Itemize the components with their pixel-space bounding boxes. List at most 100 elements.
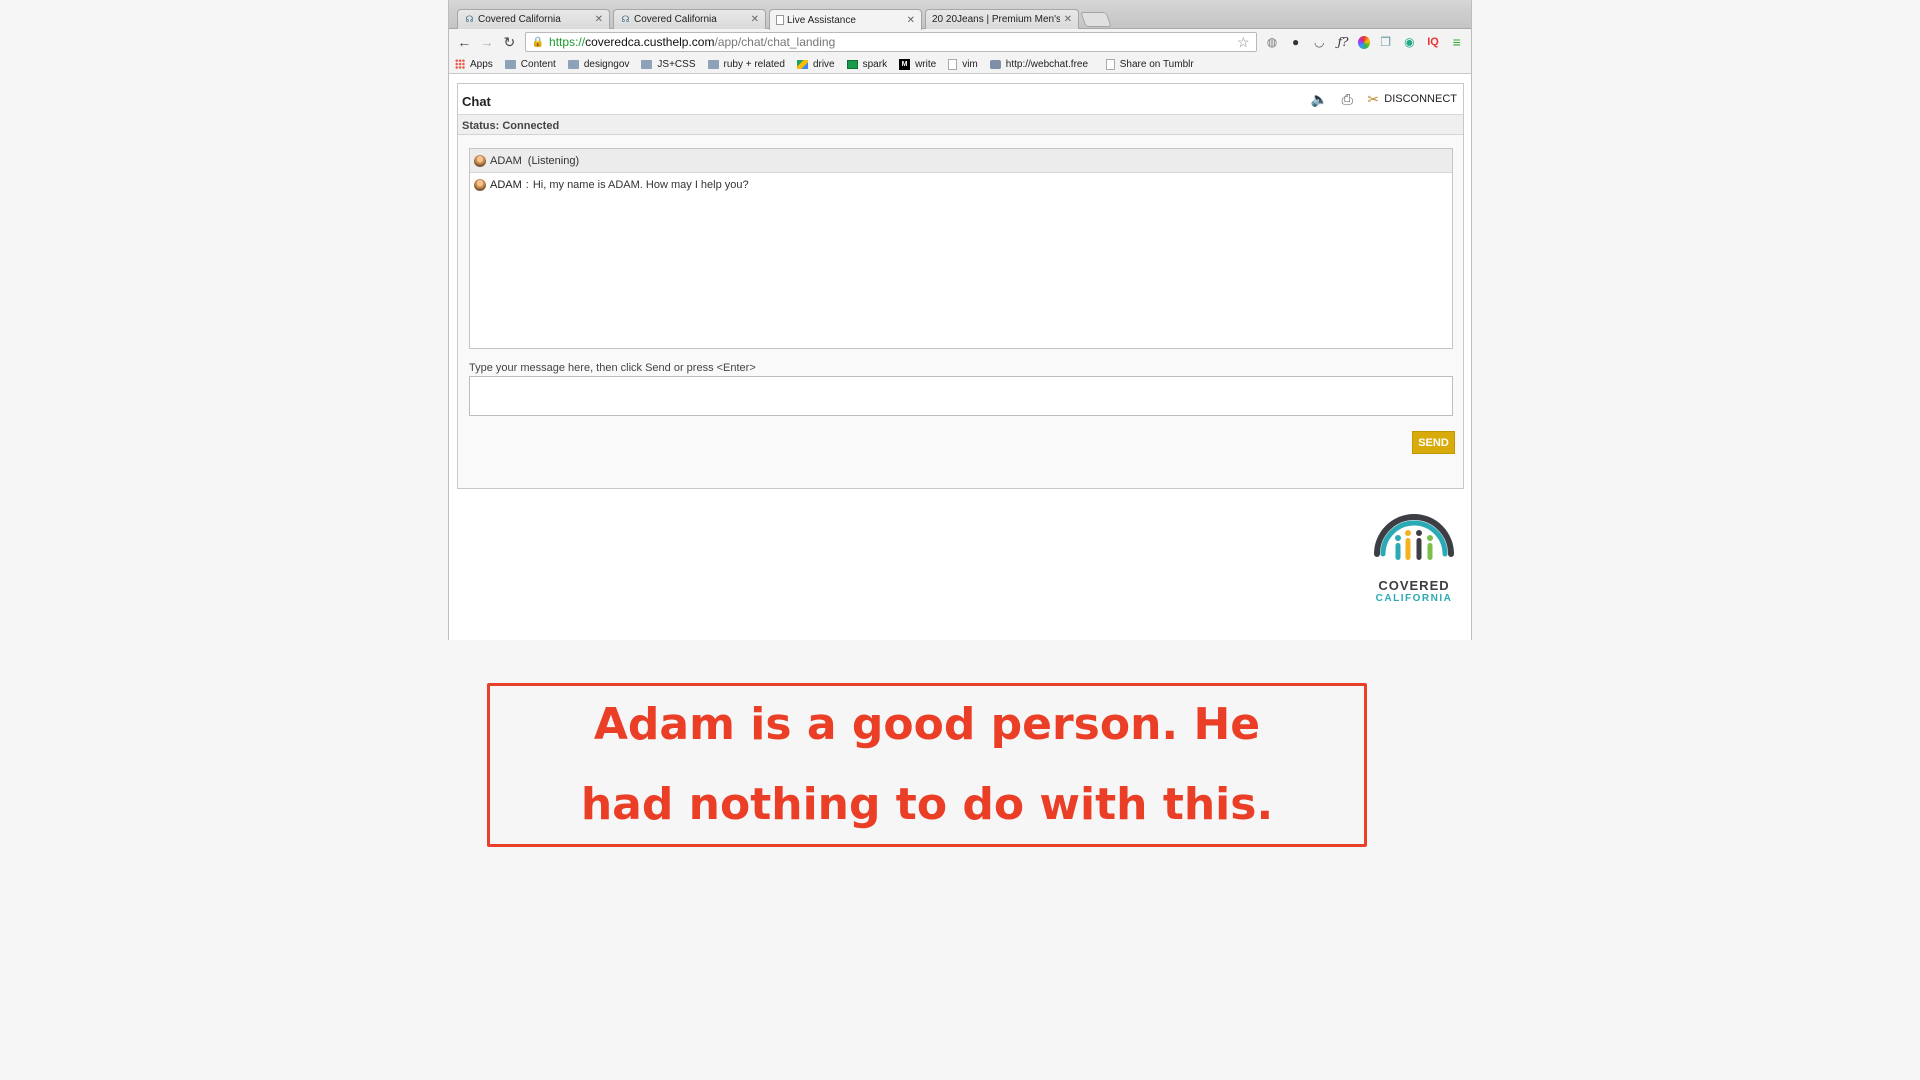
reload-icon[interactable]: ↻ — [500, 32, 519, 52]
close-icon[interactable]: ✕ — [1064, 14, 1072, 25]
address-bar[interactable]: 🔒 https:// coveredca.custhelp.com /app/c… — [524, 32, 1257, 52]
browser-toolbar: ← → ↻ 🔒 https:// coveredca.custhelp.com … — [449, 29, 1471, 55]
folder-icon — [504, 59, 516, 69]
folder-icon — [707, 59, 719, 69]
tab-2020jeans[interactable]: 20 20Jeans | Premium Men's J ✕ — [925, 9, 1079, 29]
menu-icon[interactable]: ≡ — [1448, 33, 1465, 51]
chat-panel: Chat 🔈 ⎙ ✂ DISCONNECT Status: Connected … — [457, 83, 1464, 489]
bookmark-designgov[interactable]: designgov — [567, 58, 630, 70]
browser-window: ☊ Covered California ✕ ☊ Covered Califor… — [448, 0, 1472, 640]
covered-california-logo: COVERED CALIFORNIA — [1369, 500, 1459, 610]
bookmark-label: designgov — [583, 58, 630, 70]
sound-icon[interactable]: 🔈 — [1310, 90, 1328, 108]
agent-header-state: (Listening) — [527, 154, 580, 167]
print-icon[interactable]: ⎙ — [1338, 90, 1356, 108]
bookmark-label: http://webchat.free — [1005, 58, 1089, 70]
medium-icon: M — [899, 58, 911, 70]
chat-message: ADAM : Hi, my name is ADAM. How may I he… — [470, 173, 1452, 197]
bookmark-label: Content — [520, 58, 556, 70]
message-sender: ADAM — [490, 179, 522, 191]
bookmark-vim[interactable]: vim — [948, 58, 978, 70]
bookmark-label: Apps — [470, 58, 493, 70]
back-icon[interactable]: ← — [455, 32, 474, 52]
tab-label: 20 20Jeans | Premium Men's J — [932, 14, 1060, 25]
bookmark-write[interactable]: Mwrite — [899, 58, 937, 70]
bookmark-label: JS+CSS — [657, 58, 696, 70]
input-instructions: Type your message here, then click Send … — [469, 362, 756, 374]
folder-icon — [641, 59, 653, 69]
bookmark-js-css[interactable]: JS+CSS — [641, 58, 696, 70]
bookmark-apps[interactable]: Apps — [455, 59, 493, 70]
bookmark-label: Share on Tumblr — [1119, 58, 1194, 70]
url-path: /app/chat/chat_landing — [714, 35, 836, 49]
page-icon — [948, 58, 958, 70]
dark-circle-icon[interactable]: ● — [1287, 33, 1304, 51]
tab-covered-california-1[interactable]: ☊ Covered California ✕ — [457, 9, 610, 29]
page-icon — [776, 15, 784, 25]
bookmark-label: drive — [812, 58, 835, 70]
bookmark-label: write — [915, 58, 937, 70]
message-text: Hi, my name is ADAM. How may I help you? — [532, 179, 749, 191]
bookmark-webchat[interactable]: http://webchat.free — [989, 58, 1094, 70]
tab-label: Covered California — [634, 14, 717, 25]
new-tab-button[interactable] — [1080, 12, 1112, 27]
close-icon[interactable]: ✕ — [595, 14, 603, 25]
tab-covered-california-2[interactable]: ☊ Covered California ✕ — [613, 9, 766, 29]
bookmarks-bar: Apps Content designgov JS+CSS ruby + rel… — [449, 55, 1471, 74]
chat-title: Chat — [462, 94, 491, 109]
tab-label: Live Assistance — [787, 14, 856, 26]
bookmark-drive[interactable]: drive — [796, 58, 835, 70]
chat-header: Chat 🔈 ⎙ ✂ DISCONNECT — [458, 84, 1463, 115]
status-text: Status: Connected — [458, 115, 1463, 135]
disconnect-button[interactable]: ✂ DISCONNECT — [1364, 90, 1457, 108]
disconnect-icon: ✂ — [1367, 90, 1380, 107]
disconnect-label: DISCONNECT — [1384, 93, 1457, 105]
color-wheel-icon[interactable] — [1358, 35, 1371, 49]
send-button[interactable]: SEND — [1412, 431, 1455, 454]
chat-transcript[interactable]: ADAM (Listening) ADAM : Hi, my name is A… — [469, 148, 1453, 349]
spark-icon — [846, 59, 858, 69]
agent-header: ADAM (Listening) — [470, 149, 1452, 173]
lock-icon: 🔒 — [531, 36, 545, 48]
bookmark-star-icon[interactable]: ☆ — [1237, 34, 1250, 51]
iq-icon[interactable]: IQ — [1425, 33, 1442, 51]
agent-header-name: ADAM — [490, 154, 522, 167]
bookmark-content[interactable]: Content — [504, 58, 556, 70]
logo-text-california: CALIFORNIA — [1375, 593, 1453, 604]
ghostery-icon[interactable]: ◍ — [1264, 33, 1281, 51]
logo-mark-icon — [1374, 514, 1454, 560]
folder-icon — [567, 59, 579, 69]
agent-avatar-icon — [474, 179, 486, 191]
font-icon[interactable]: ƒ? — [1335, 33, 1352, 51]
message-separator: : — [525, 179, 529, 191]
message-input[interactable] — [469, 376, 1453, 416]
logo-text-covered: COVERED — [1378, 578, 1450, 593]
page-icon — [1105, 58, 1115, 70]
tab-label: Covered California — [478, 14, 561, 25]
new-badge-icon[interactable]: ◉ — [1401, 33, 1418, 51]
copy-icon[interactable]: ❐ — [1377, 33, 1394, 51]
agent-avatar-icon — [474, 154, 486, 167]
forward-icon[interactable]: → — [478, 32, 497, 52]
headset-icon: ☊ — [465, 14, 474, 24]
bookmark-tumblr[interactable]: Share on Tumblr — [1105, 58, 1194, 70]
bookmark-label: spark — [862, 58, 888, 70]
url-host: coveredca.custhelp.com — [585, 35, 715, 49]
tab-live-assistance[interactable]: Live Assistance ✕ — [769, 9, 922, 30]
tab-strip: ☊ Covered California ✕ ☊ Covered Califor… — [449, 0, 1471, 30]
headset-icon: ☊ — [621, 14, 630, 24]
url-scheme: https:// — [549, 35, 586, 49]
bookmark-ruby[interactable]: ruby + related — [707, 58, 785, 70]
web-icon — [989, 59, 1001, 69]
pocket-icon[interactable]: ◡ — [1311, 33, 1328, 51]
close-icon[interactable]: ✕ — [751, 14, 759, 25]
drive-icon — [796, 59, 808, 69]
caption-text: Adam is a good person. He had nothing to… — [580, 699, 1274, 830]
close-icon[interactable]: ✕ — [907, 15, 915, 26]
bookmark-spark[interactable]: spark — [846, 58, 888, 70]
apps-icon — [455, 59, 465, 69]
bookmark-label: vim — [962, 58, 978, 70]
bookmark-label: ruby + related — [723, 58, 785, 70]
chat-header-actions: 🔈 ⎙ ✂ DISCONNECT — [1300, 90, 1457, 108]
caption-box: Adam is a good person. He had nothing to… — [487, 683, 1367, 847]
